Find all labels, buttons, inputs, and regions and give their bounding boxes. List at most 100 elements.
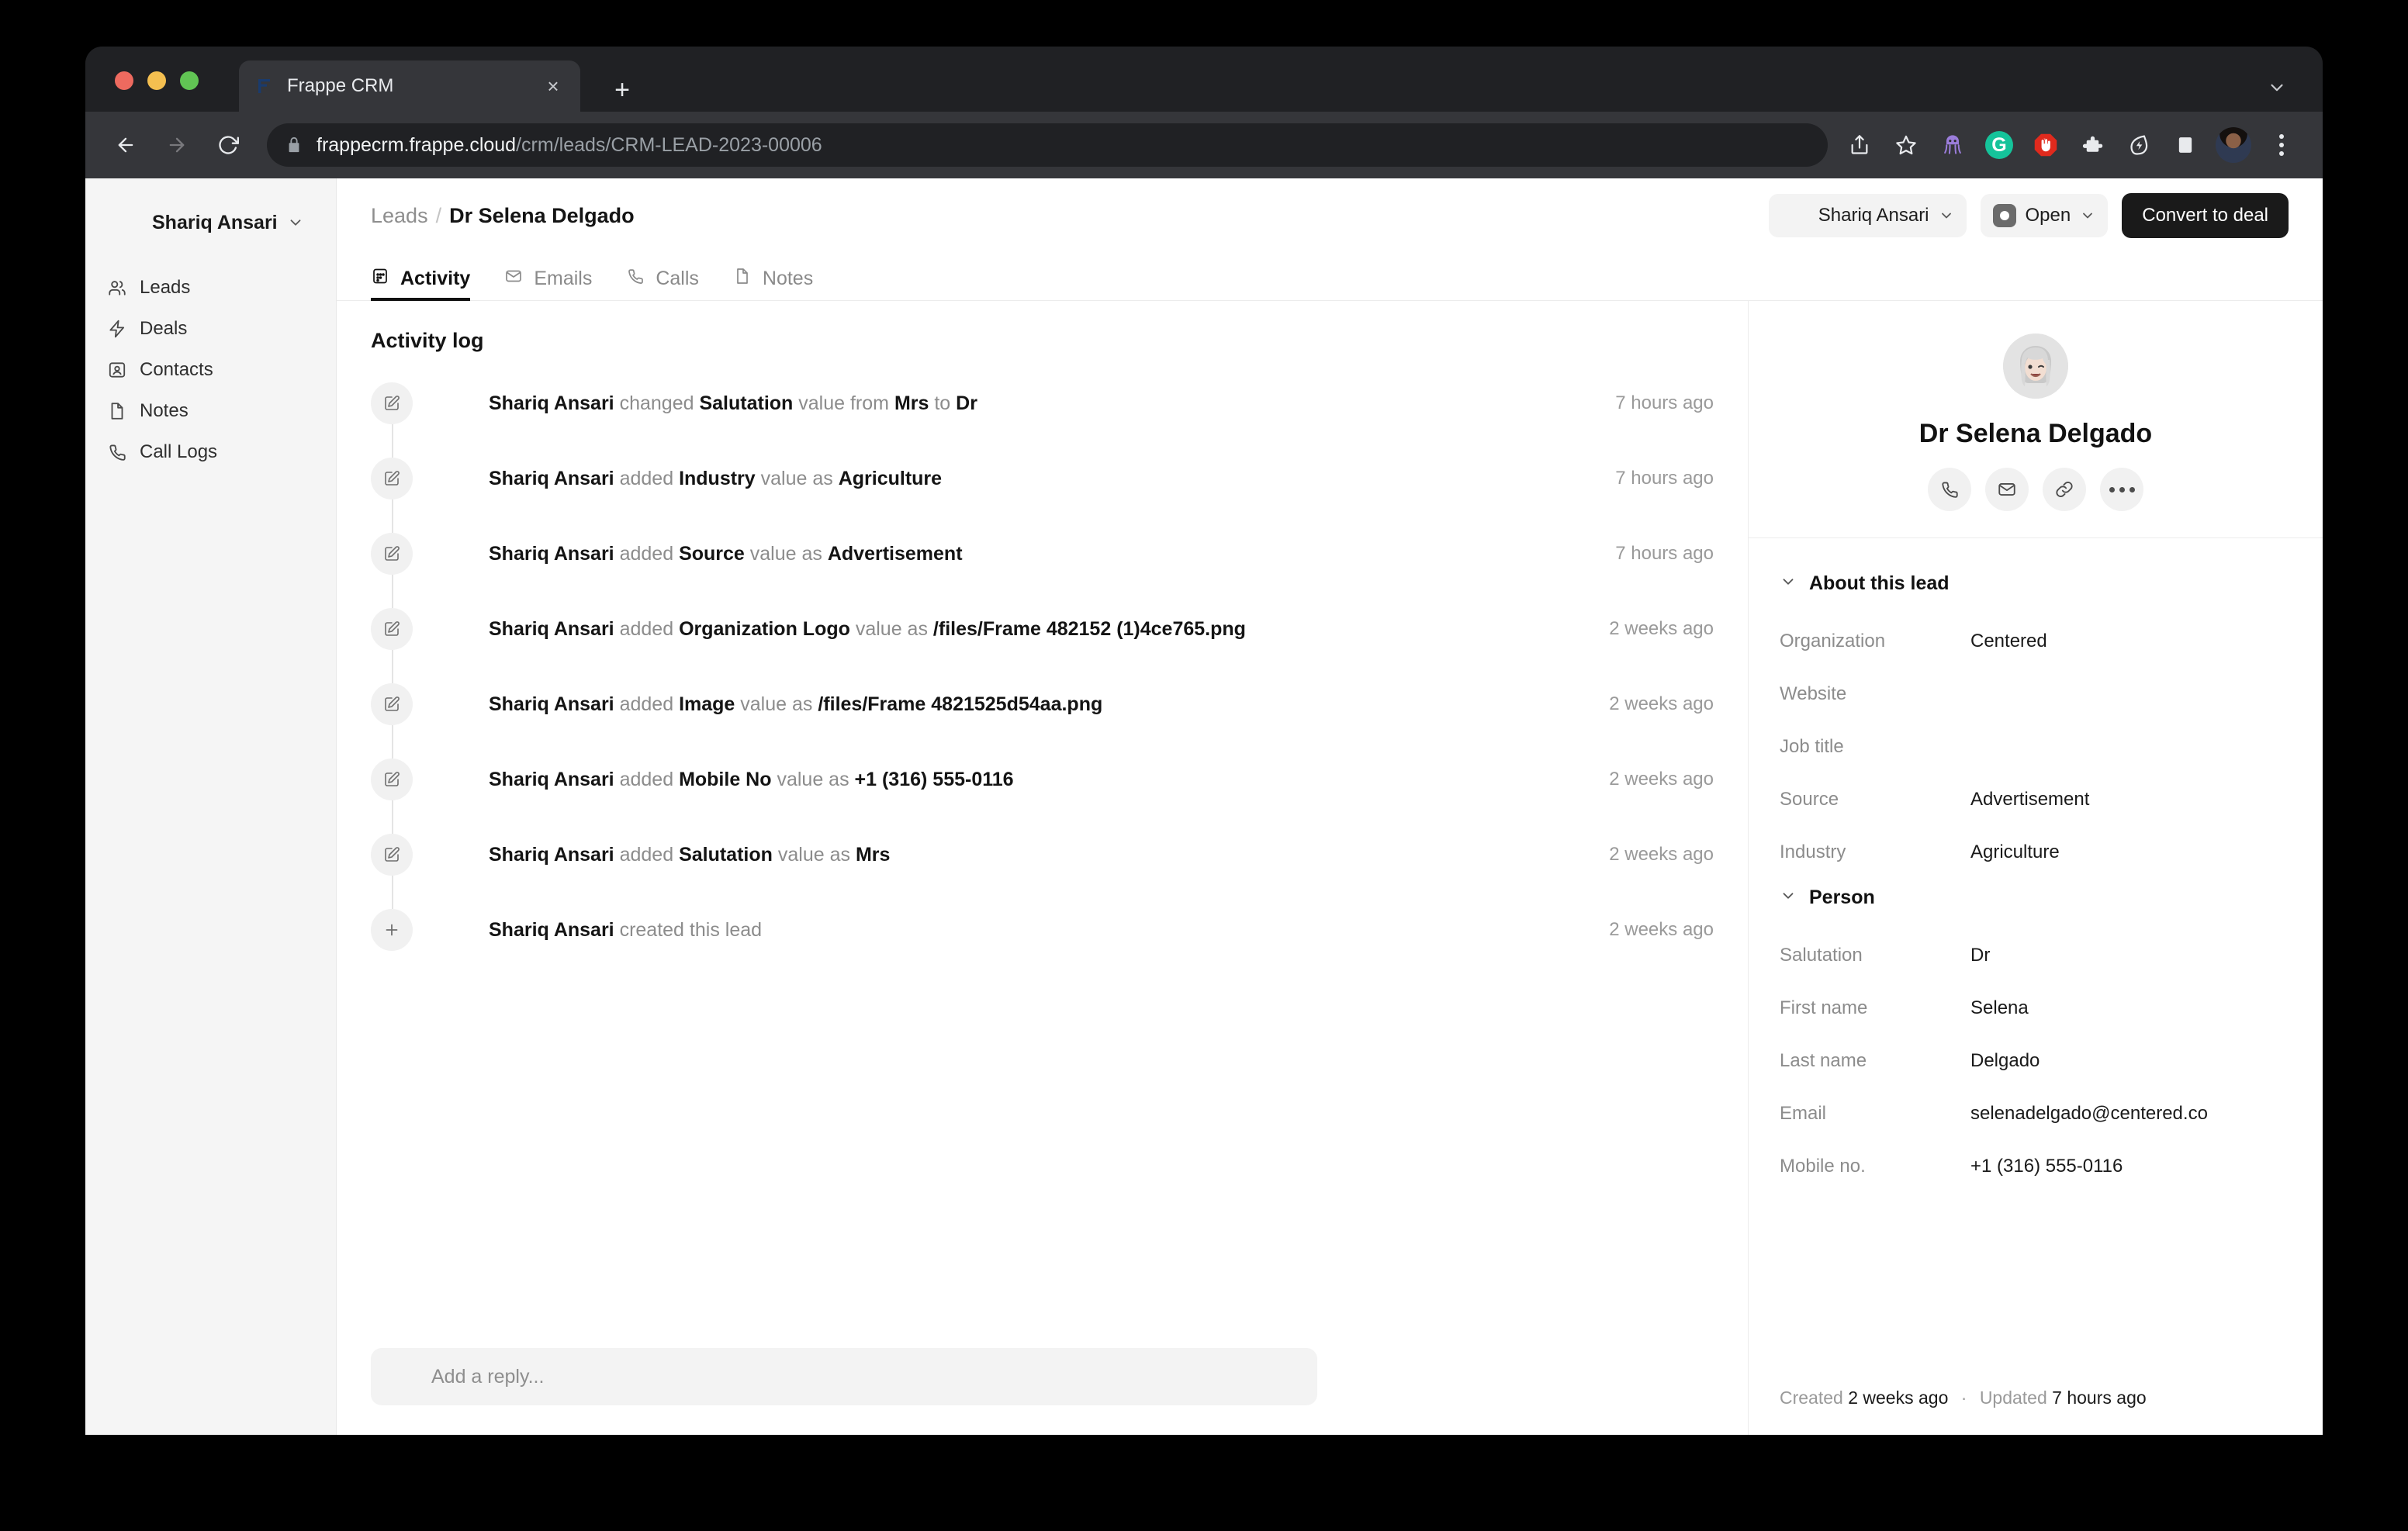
field-organization[interactable]: Organization Centered <box>1780 615 2292 668</box>
octopus-extension-icon[interactable] <box>1932 124 1974 166</box>
activity-text: Shariq Ansari added Image value as /file… <box>489 683 1590 725</box>
convert-to-deal-button[interactable]: Convert to deal <box>2122 193 2289 238</box>
link-icon[interactable] <box>2043 468 2086 511</box>
activity-value2: Dr <box>956 392 977 414</box>
activity-text: Shariq Ansari added Mobile No value as +… <box>489 759 1590 800</box>
tab-emails[interactable]: Emails <box>504 267 592 300</box>
field-label: Website <box>1780 683 1970 705</box>
address-bar[interactable]: frappecrm.frappe.cloud/crm/leads/CRM-LEA… <box>267 123 1828 167</box>
share-icon[interactable] <box>1839 124 1880 166</box>
sidebar-item-notes[interactable]: Notes <box>98 392 323 430</box>
side-panel-icon[interactable] <box>2164 124 2206 166</box>
field-value: Advertisement <box>1970 789 2292 810</box>
field-email[interactable]: Email selenadelgado@centered.co <box>1780 1087 2292 1140</box>
plus-icon <box>371 909 413 951</box>
new-tab-button[interactable]: + <box>607 74 638 105</box>
assignee-selector[interactable]: Shariq Ansari <box>1769 194 1967 237</box>
edit-icon <box>371 834 413 876</box>
status-badge <box>1993 204 2016 227</box>
browser-menu-icon[interactable] <box>2261 124 2302 166</box>
tab-notes[interactable]: Notes <box>733 267 813 300</box>
puzzle-extensions-icon[interactable] <box>2071 124 2113 166</box>
field-website[interactable]: Website <box>1780 668 2292 721</box>
avatar <box>438 611 472 645</box>
close-tab-button[interactable]: × <box>540 73 566 99</box>
activity-field: Source <box>679 543 745 565</box>
minimize-window-button[interactable] <box>147 71 166 90</box>
field-label: Industry <box>1780 842 1970 863</box>
forward-icon[interactable] <box>157 125 197 165</box>
profile-avatar[interactable] <box>2216 127 2251 163</box>
field-value: Dr <box>1970 945 2292 966</box>
field-value: Selena <box>1970 997 2292 1019</box>
field-salutation[interactable]: Salutation Dr <box>1780 929 2292 982</box>
maximize-window-button[interactable] <box>180 71 199 90</box>
section-title: About this lead <box>1809 572 1950 595</box>
field-mobile-no[interactable]: Mobile no. +1 (316) 555-0116 <box>1780 1140 2292 1193</box>
activity-mid: value as <box>777 769 849 790</box>
sidebar-item-deals[interactable]: Deals <box>98 309 323 348</box>
sidebar-user-switcher[interactable]: Shariq Ansari <box>102 200 320 245</box>
status-selector[interactable]: Open <box>1981 194 2109 237</box>
activity-verb: created this lead <box>620 919 762 941</box>
updated-label: Updated <box>1980 1388 2047 1408</box>
address-bar-url: frappecrm.frappe.cloud/crm/leads/CRM-LEA… <box>317 134 822 157</box>
sidebar-item-contacts[interactable]: Contacts <box>98 351 323 389</box>
bookmark-star-icon[interactable] <box>1885 124 1927 166</box>
close-window-button[interactable] <box>115 71 133 90</box>
chevron-down-icon[interactable] <box>2267 78 2287 102</box>
field-value: selenadelgado@centered.co <box>1970 1103 2292 1125</box>
lead-header: Leads / Dr Selena Delgado Shariq Ansari <box>337 178 2323 253</box>
tab-label: Emails <box>534 268 592 290</box>
field-label: Last name <box>1780 1050 1970 1072</box>
back-icon[interactable] <box>106 125 146 165</box>
adblock-extension-icon[interactable] <box>2025 124 2067 166</box>
tab-activity[interactable]: Activity <box>371 267 470 300</box>
activity-text: Shariq Ansari added Salutation value as … <box>489 834 1590 876</box>
field-industry[interactable]: Industry Agriculture <box>1780 826 2292 879</box>
field-label: Salutation <box>1780 945 1970 966</box>
section-person[interactable]: Person <box>1780 886 2292 909</box>
activity-time: 7 hours ago <box>1615 533 1714 575</box>
activity-text: Shariq Ansari changed Salutation value f… <box>489 382 1597 424</box>
avatar <box>107 206 140 239</box>
sidebar-item-label: Notes <box>140 400 189 422</box>
section-about-this-lead[interactable]: About this lead <box>1780 572 2292 595</box>
more-icon[interactable] <box>2100 468 2143 511</box>
browser-tab[interactable]: Frappe CRM × <box>239 60 580 112</box>
phone-icon[interactable] <box>1928 468 1971 511</box>
reply-input[interactable]: Add a reply... <box>371 1348 1317 1405</box>
lead-detail-header: Dr Selena Delgado <box>1749 301 2323 538</box>
lead-avatar[interactable] <box>2003 334 2068 399</box>
field-last-name[interactable]: Last name Delgado <box>1780 1035 2292 1087</box>
breadcrumb-separator: / <box>436 204 442 228</box>
created-label: Created <box>1780 1388 1843 1408</box>
kebab-dots <box>2279 134 2284 156</box>
breadcrumb-leads[interactable]: Leads <box>371 204 428 228</box>
envelope-icon[interactable] <box>1985 468 2029 511</box>
field-job-title[interactable]: Job title <box>1780 721 2292 773</box>
activity-tail-sep: to <box>934 392 950 414</box>
status-label: Open <box>2026 205 2071 226</box>
avatar <box>438 686 472 721</box>
leaf-bolt-extension-icon[interactable] <box>2118 124 2160 166</box>
phone-icon <box>626 267 645 291</box>
window-traffic-lights <box>115 71 199 90</box>
document-icon <box>107 401 133 421</box>
field-source[interactable]: Source Advertisement <box>1780 773 2292 826</box>
reload-icon[interactable] <box>208 125 248 165</box>
contact-card-icon <box>107 360 133 380</box>
activity-verb: added <box>620 769 674 790</box>
sidebar-item-call-logs[interactable]: Call Logs <box>98 433 323 472</box>
edit-icon <box>371 683 413 725</box>
browser-toolbar: frappecrm.frappe.cloud/crm/leads/CRM-LEA… <box>85 112 2323 178</box>
field-first-name[interactable]: First name Selena <box>1780 982 2292 1035</box>
avatar <box>438 385 472 420</box>
tab-calls[interactable]: Calls <box>626 267 699 300</box>
sidebar-item-leads[interactable]: Leads <box>98 268 323 307</box>
timeline-connector <box>392 499 393 533</box>
field-label: Job title <box>1780 736 1970 758</box>
phone-icon <box>107 442 133 462</box>
activity-timeline: Shariq Ansari changed Salutation value f… <box>371 382 1714 984</box>
grammarly-extension-icon[interactable]: G <box>1978 124 2020 166</box>
